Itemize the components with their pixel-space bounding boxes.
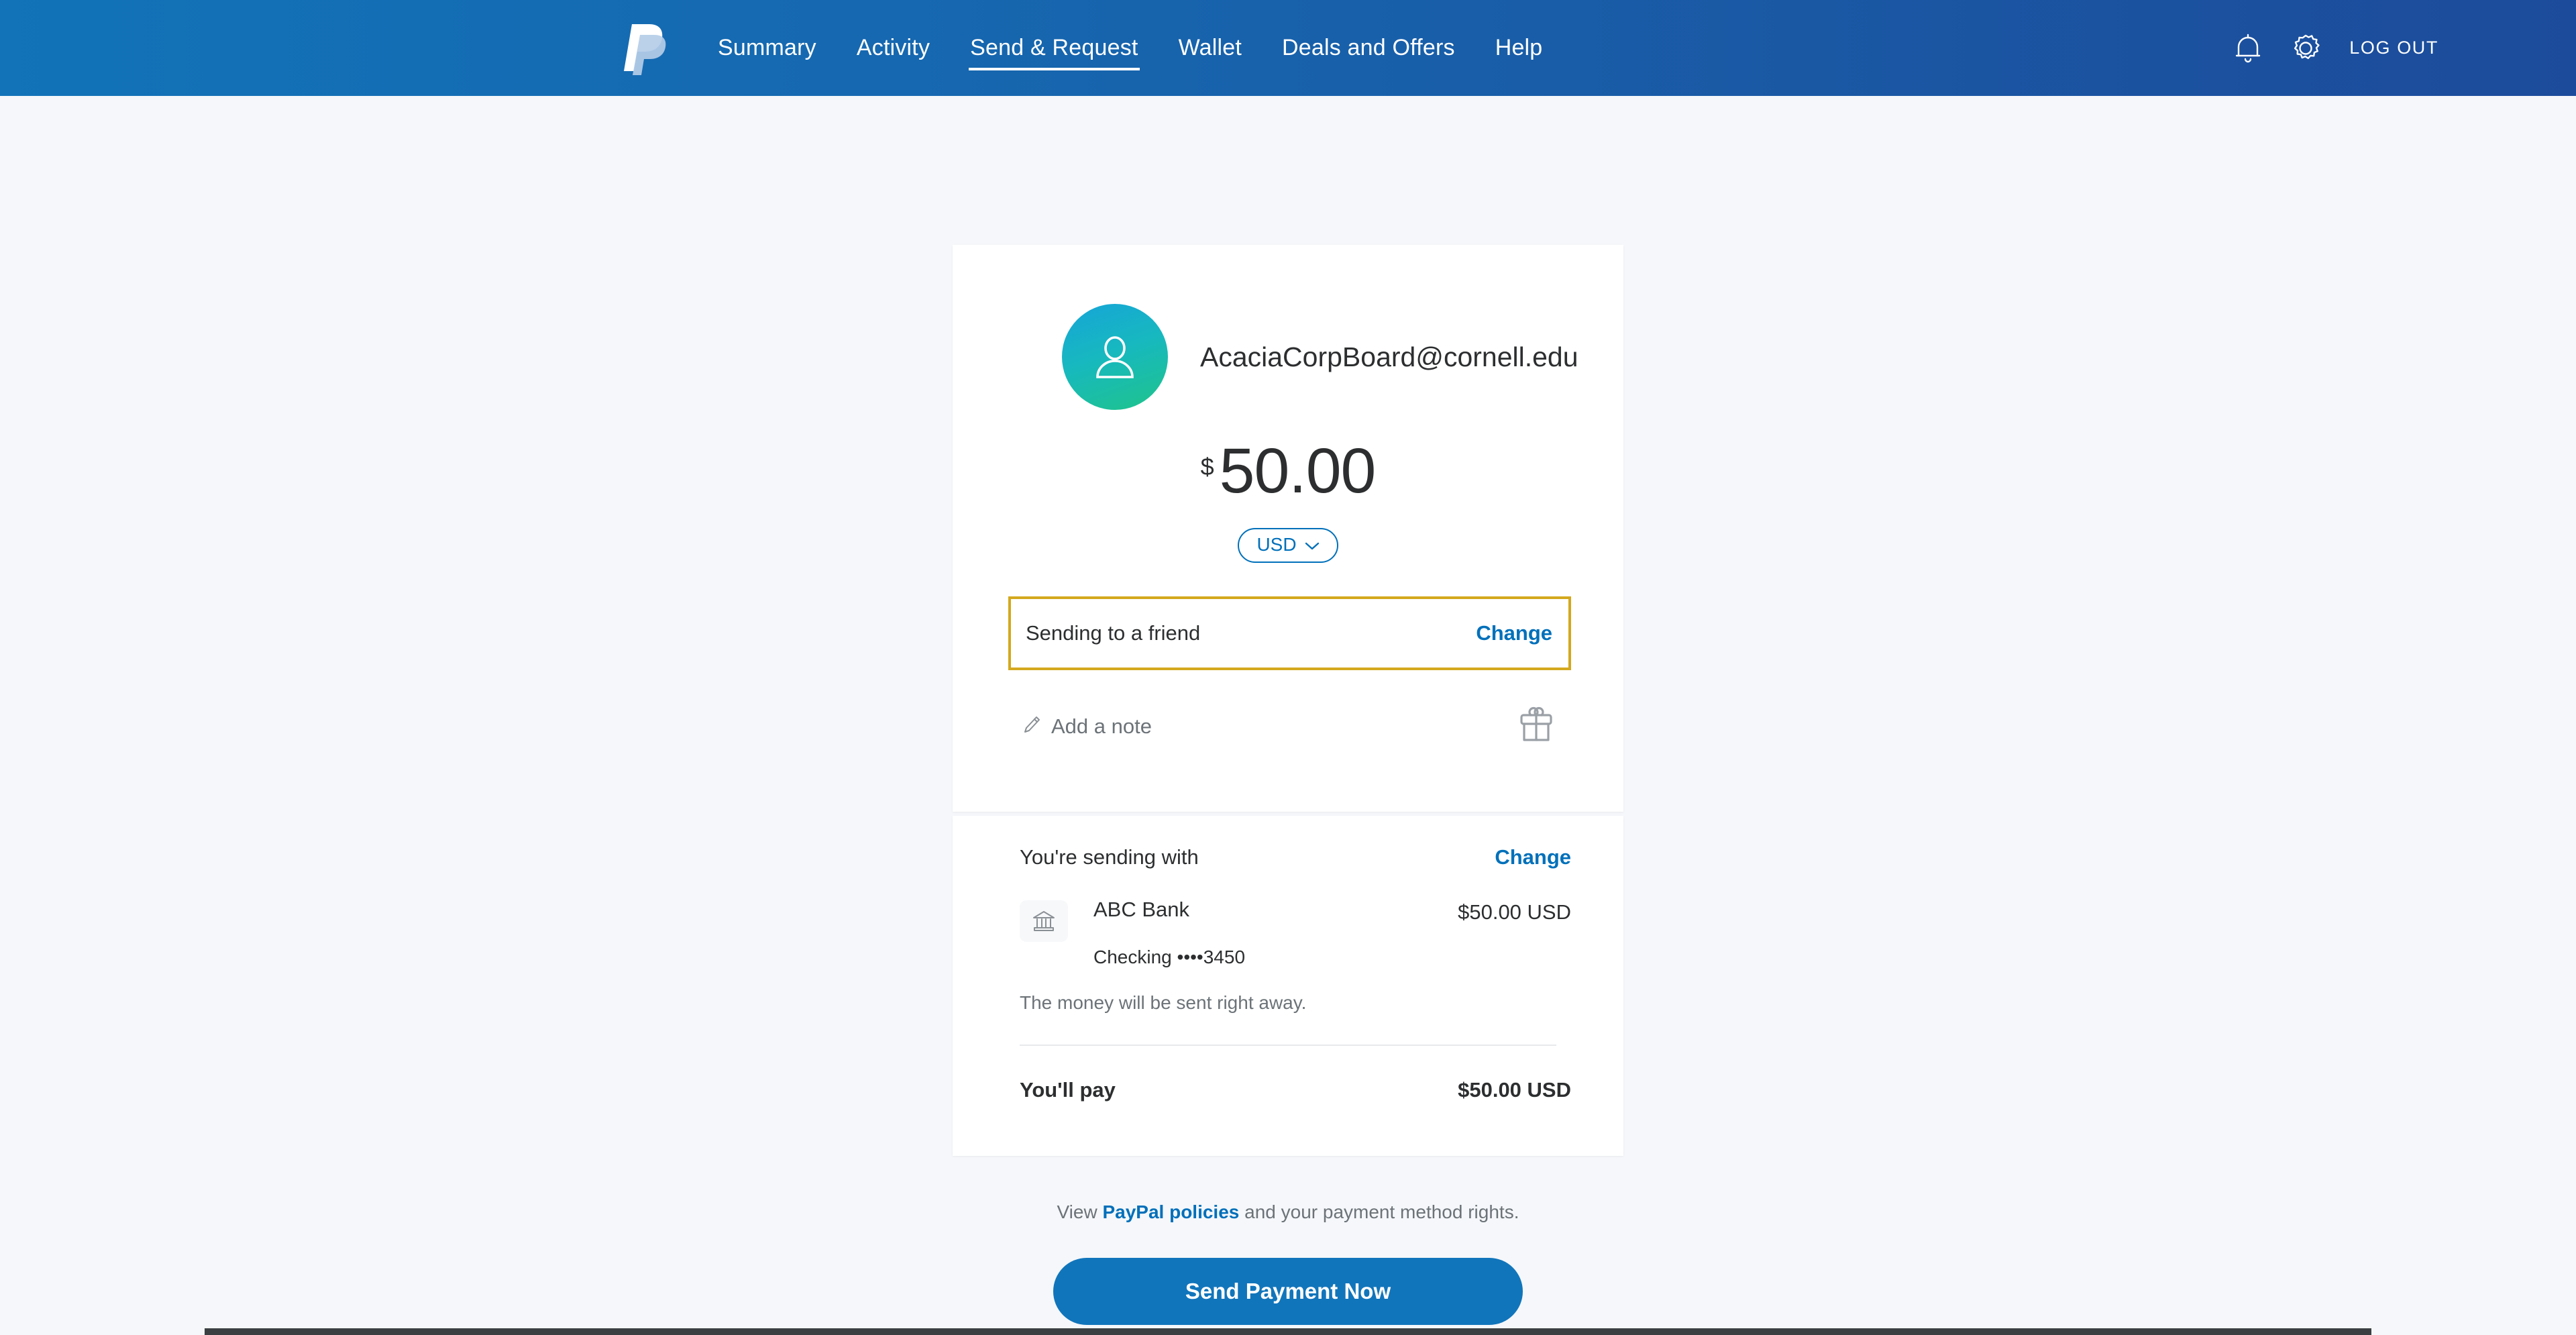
- pencil-icon: [1023, 715, 1040, 737]
- currency-symbol: $: [1200, 453, 1214, 480]
- change-payment-type-link[interactable]: Change: [1476, 621, 1552, 645]
- nav-label: Activity: [856, 35, 930, 60]
- policy-suffix: and your payment method rights.: [1239, 1202, 1519, 1222]
- nav-label: Send & Request: [970, 35, 1138, 60]
- add-note-button[interactable]: Add a note: [1023, 714, 1152, 739]
- funding-title: You're sending with: [1020, 845, 1199, 869]
- nav-item-deals-and-offers[interactable]: Deals and Offers: [1262, 0, 1475, 96]
- paypal-policies-link[interactable]: PayPal policies: [1102, 1202, 1239, 1222]
- funding-method-texts: ABC Bank Checking ••••3450: [1093, 899, 1245, 968]
- payment-type-highlight-box[interactable]: Sending to a friend Change: [1008, 596, 1571, 671]
- nav-item-help[interactable]: Help: [1475, 0, 1563, 96]
- total-label: You'll pay: [1020, 1078, 1116, 1102]
- user-avatar-icon: [1062, 304, 1168, 410]
- timing-note: The money will be sent right away.: [1020, 992, 1307, 1013]
- payment-type-label: Sending to a friend: [1026, 621, 1201, 645]
- main-nav: Summary Activity Send & Request Wallet D…: [698, 0, 1562, 96]
- currency-code: USD: [1256, 534, 1297, 555]
- add-note-row: Add a note: [953, 705, 1623, 747]
- total-row: You'll pay $50.00 USD: [953, 1078, 1623, 1102]
- amount-value: 50.00: [1219, 435, 1377, 506]
- nav-item-activity[interactable]: Activity: [837, 0, 950, 96]
- gear-icon[interactable]: [2277, 0, 2334, 96]
- gift-icon[interactable]: [1516, 705, 1556, 747]
- header-actions: LOG OUT: [2219, 0, 2438, 96]
- change-funding-source-link[interactable]: Change: [1495, 845, 1571, 869]
- bell-icon[interactable]: [2219, 0, 2277, 96]
- currency-selector[interactable]: USD: [1238, 528, 1338, 564]
- chevron-down-icon: [1305, 534, 1320, 555]
- nav-label: Wallet: [1178, 35, 1242, 60]
- send-payment-now-button[interactable]: Send Payment Now: [1053, 1258, 1523, 1325]
- funding-method-amount: $50.00 USD: [1458, 900, 1571, 924]
- payment-type-row: Sending to a friend Change: [953, 596, 1623, 671]
- bank-icon: [1020, 900, 1068, 942]
- nav-item-send-and-request[interactable]: Send & Request: [950, 0, 1158, 96]
- policy-text: View PayPal policies and your payment me…: [0, 1202, 2576, 1223]
- add-note-label: Add a note: [1051, 714, 1152, 738]
- nav-label: Summary: [718, 35, 816, 60]
- currency-selector-wrap: USD: [953, 528, 1623, 564]
- funding-method-row: ABC Bank Checking ••••3450 $50.00 USD: [953, 899, 1623, 968]
- account-detail: Checking ••••3450: [1093, 947, 1246, 967]
- funding-method-details: ABC Bank Checking ••••3450: [1020, 899, 1245, 968]
- nav-label: Help: [1495, 35, 1543, 60]
- recipient-row: AcaciaCorpBoard@cornell.edu: [953, 245, 1623, 410]
- nav-label: Deals and Offers: [1281, 35, 1455, 60]
- amount-display: $ 50.00: [953, 435, 1623, 506]
- paypal-logo-icon[interactable]: [624, 20, 671, 75]
- funding-header: You're sending with Change: [953, 816, 1623, 869]
- send-money-review-page: AcaciaCorpBoard@cornell.edu $ 50.00 USD …: [0, 96, 2576, 1335]
- nav-item-summary[interactable]: Summary: [698, 0, 837, 96]
- total-divider: [1020, 1045, 1556, 1046]
- top-navigation-bar: Summary Activity Send & Request Wallet D…: [0, 0, 2576, 96]
- total-amount: $50.00 USD: [1458, 1078, 1571, 1102]
- window-bottom-edge: [205, 1328, 2371, 1335]
- bank-name: ABC Bank: [1093, 898, 1190, 921]
- funding-source-card: You're sending with Change ABC Bank Chec…: [953, 816, 1623, 1156]
- logout-button[interactable]: LOG OUT: [2349, 38, 2438, 58]
- payment-summary-card: AcaciaCorpBoard@cornell.edu $ 50.00 USD …: [953, 245, 1623, 812]
- policy-prefix: View: [1057, 1202, 1103, 1222]
- nav-item-wallet[interactable]: Wallet: [1159, 0, 1262, 96]
- recipient-email: AcaciaCorpBoard@cornell.edu: [1200, 341, 1578, 372]
